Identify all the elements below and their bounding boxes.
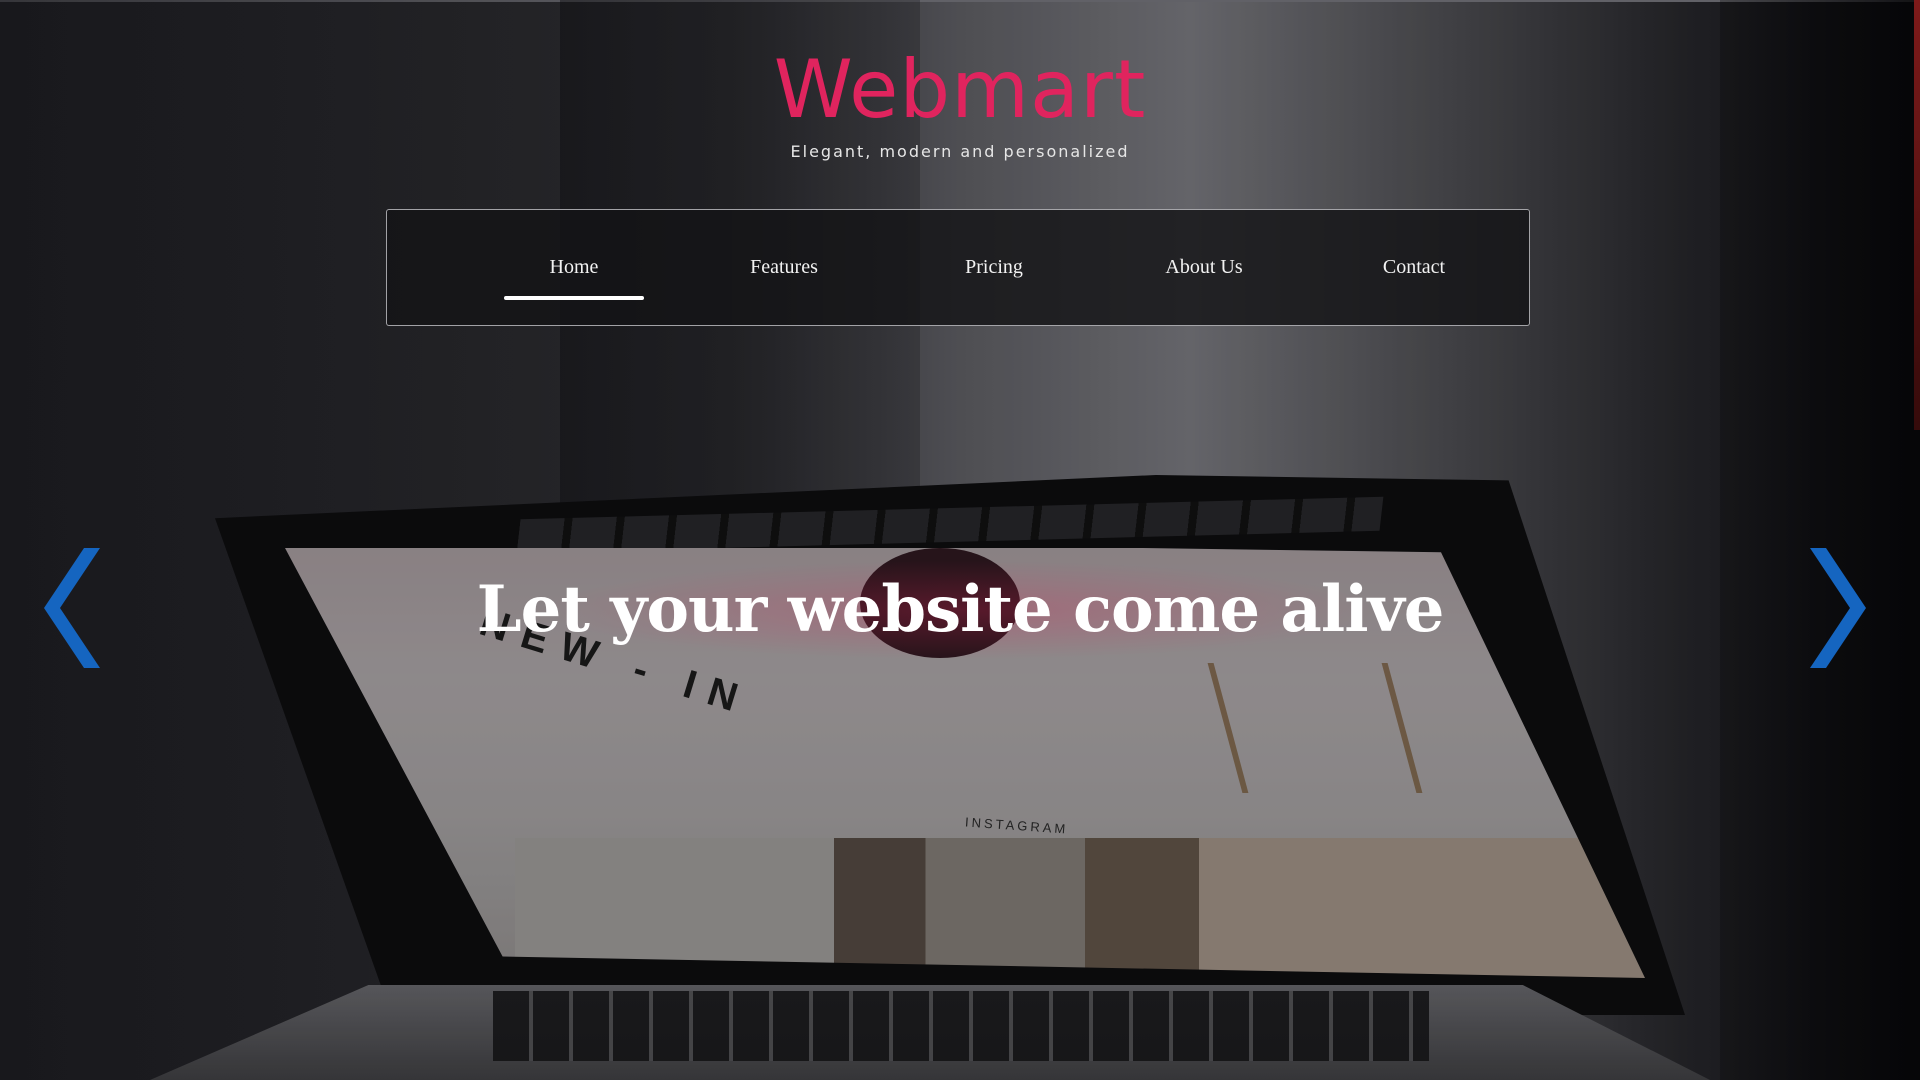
site-tagline: Elegant, modern and personalized — [790, 142, 1130, 161]
nav-item-features[interactable]: Features — [679, 256, 889, 279]
hero-background: NEW - IN INSTAGRAM — [0, 0, 1920, 1080]
brand-header: Webmart Elegant, modern and personalized — [0, 48, 1920, 162]
nav-item-pricing[interactable]: Pricing — [889, 256, 1099, 279]
chevron-right-icon — [1810, 548, 1866, 668]
main-nav: Home Features Pricing About Us Contact — [386, 209, 1530, 326]
carousel-next-button[interactable] — [1806, 548, 1866, 668]
hero-headline: Let your website come alive — [476, 572, 1445, 647]
hero-overlay — [0, 0, 1920, 1080]
nav-item-about-us[interactable]: About Us — [1099, 256, 1309, 279]
chevron-left-icon — [44, 548, 100, 668]
site-logo[interactable]: Webmart — [0, 48, 1920, 132]
nav-item-contact[interactable]: Contact — [1309, 256, 1519, 279]
carousel-prev-button[interactable] — [44, 548, 104, 668]
nav-item-home[interactable]: Home — [469, 256, 679, 300]
